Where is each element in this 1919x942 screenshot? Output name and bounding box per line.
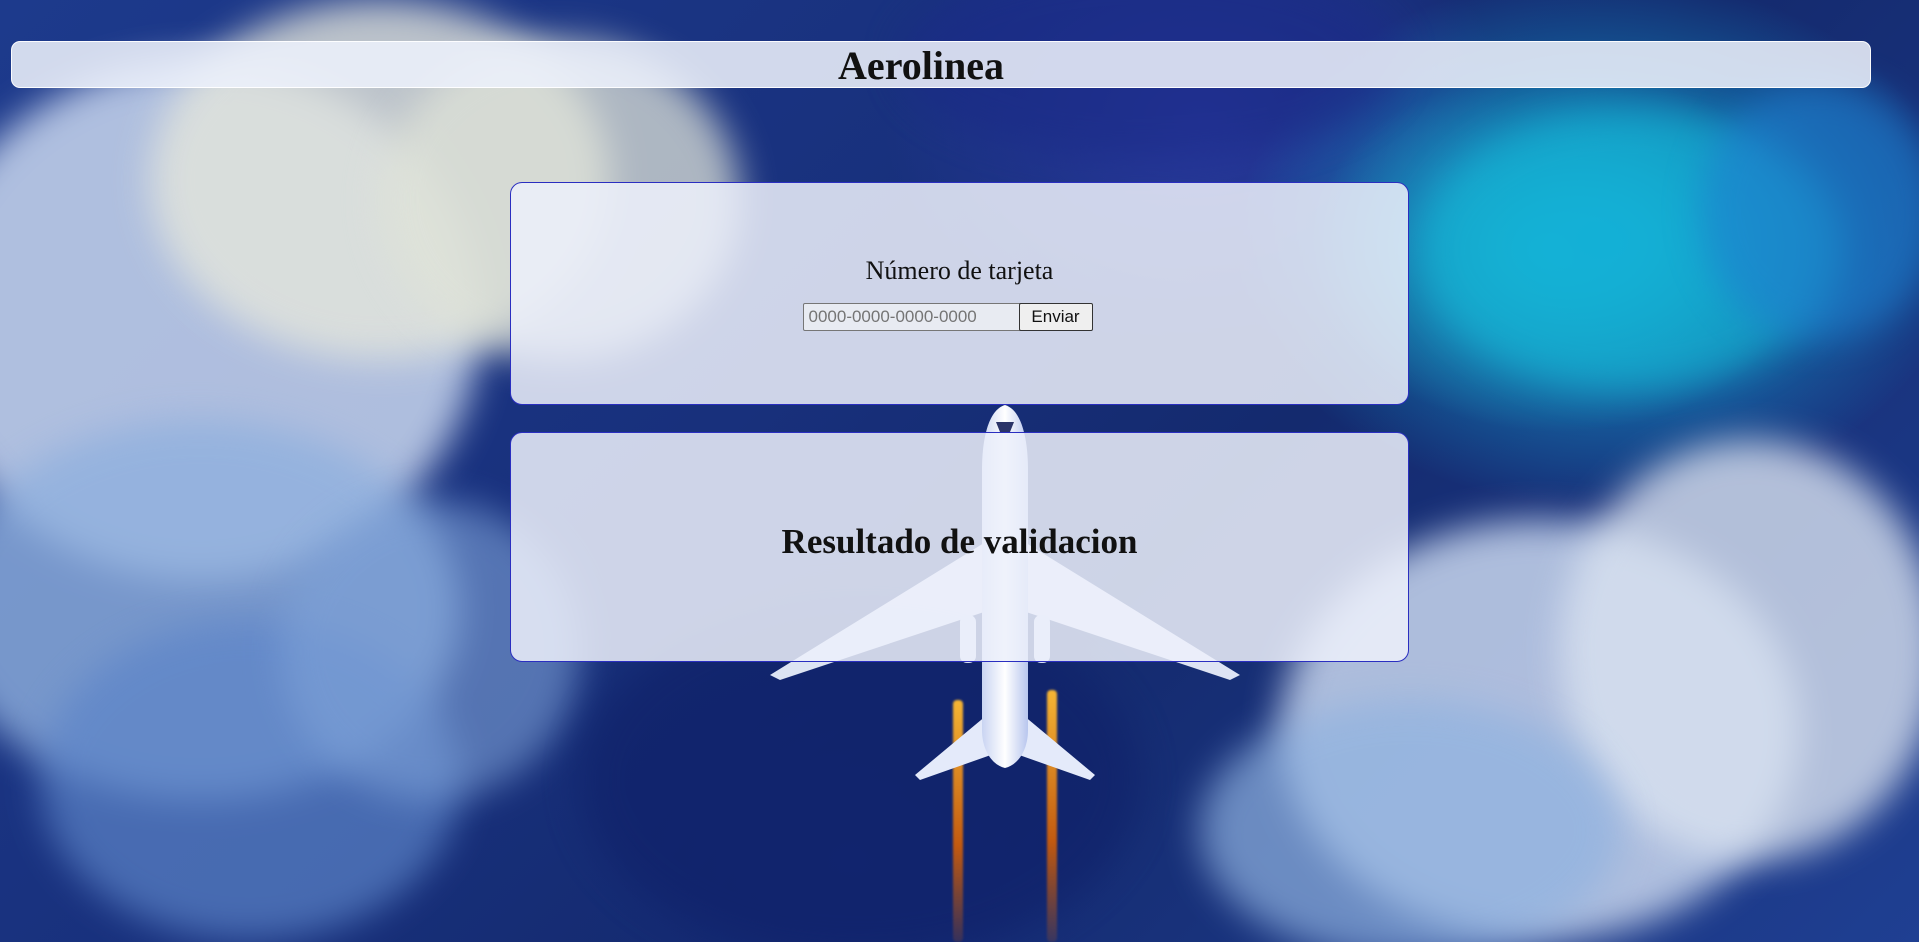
- validation-result-title: Resultado de validacion: [781, 522, 1138, 561]
- send-button[interactable]: Enviar: [1018, 303, 1093, 331]
- card-number-input[interactable]: [802, 303, 1038, 331]
- app-title: Aerolinea: [838, 42, 1004, 88]
- card-form-row: Enviar: [511, 303, 1408, 331]
- card-form-panel: Número de tarjeta Enviar: [510, 182, 1409, 405]
- app-header: Aerolinea: [11, 41, 1871, 88]
- validation-result-panel: Resultado de validacion: [510, 432, 1409, 662]
- card-number-label: Número de tarjeta: [865, 256, 1054, 285]
